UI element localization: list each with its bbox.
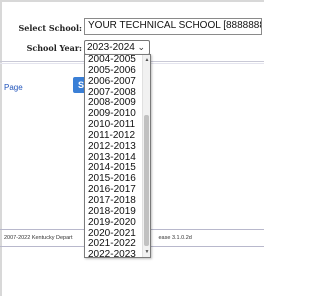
year-option[interactable]: 2022-2023 [85, 250, 142, 257]
school-year-dropdown[interactable]: 2004-2005 2005-2006 2006-2007 2007-2008 2008… [84, 54, 151, 258]
school-year-value: 2023-2024 [87, 42, 135, 53]
year-option[interactable]: 2020-2021 [85, 229, 142, 240]
page: Select School: YOUR TECHNICAL SCHOOL [88… [0, 0, 264, 296]
year-option[interactable]: 2004-2005 [85, 55, 142, 66]
scroll-up-icon[interactable]: ▲ [143, 57, 150, 63]
scrollbar-thumb[interactable] [144, 115, 149, 246]
year-option[interactable]: 2012-2013 [85, 142, 142, 153]
year-option[interactable]: 2016-2017 [85, 185, 142, 196]
year-option[interactable]: 2018-2019 [85, 207, 142, 218]
year-option[interactable]: 2017-2018 [85, 196, 142, 207]
select-school-label: Select School: [18, 23, 82, 33]
school-year-label: School Year: [26, 43, 82, 53]
year-option[interactable]: 2009-2010 [85, 109, 142, 120]
window-left-edge [0, 0, 2, 296]
school-year-options: 2004-2005 2005-2006 2006-2007 2007-2008 2008… [85, 55, 142, 257]
school-select[interactable]: YOUR TECHNICAL SCHOOL [888888888] [84, 18, 262, 35]
year-option[interactable]: 2008-2009 [85, 98, 142, 109]
dropdown-scrollbar[interactable]: ▲ ▼ [142, 55, 150, 257]
year-option[interactable]: 2014-2015 [85, 163, 142, 174]
year-option[interactable]: 2006-2007 [85, 77, 142, 88]
window-top-edge [0, 0, 264, 2]
year-option[interactable]: 2010-2011 [85, 120, 142, 131]
scroll-down-icon[interactable]: ▼ [143, 249, 150, 255]
footer-release-text: ease 3.1.0.2d [158, 235, 192, 241]
year-option[interactable]: 2005-2006 [85, 66, 142, 77]
year-option[interactable]: 2015-2016 [85, 174, 142, 185]
chevron-down-icon: ⌄ [137, 42, 145, 52]
page-link[interactable]: Page [4, 83, 23, 92]
school-year-select[interactable]: 2023-2024 ⌄ [84, 40, 150, 55]
year-option[interactable]: 2021-2022 [85, 239, 142, 250]
footer-copyright-text: 2007-2022 Kentucky Depart [4, 235, 73, 241]
year-option[interactable]: 2007-2008 [85, 88, 142, 99]
year-option[interactable]: 2013-2014 [85, 153, 142, 164]
year-option[interactable]: 2011-2012 [85, 131, 142, 142]
year-option[interactable]: 2019-2020 [85, 218, 142, 229]
